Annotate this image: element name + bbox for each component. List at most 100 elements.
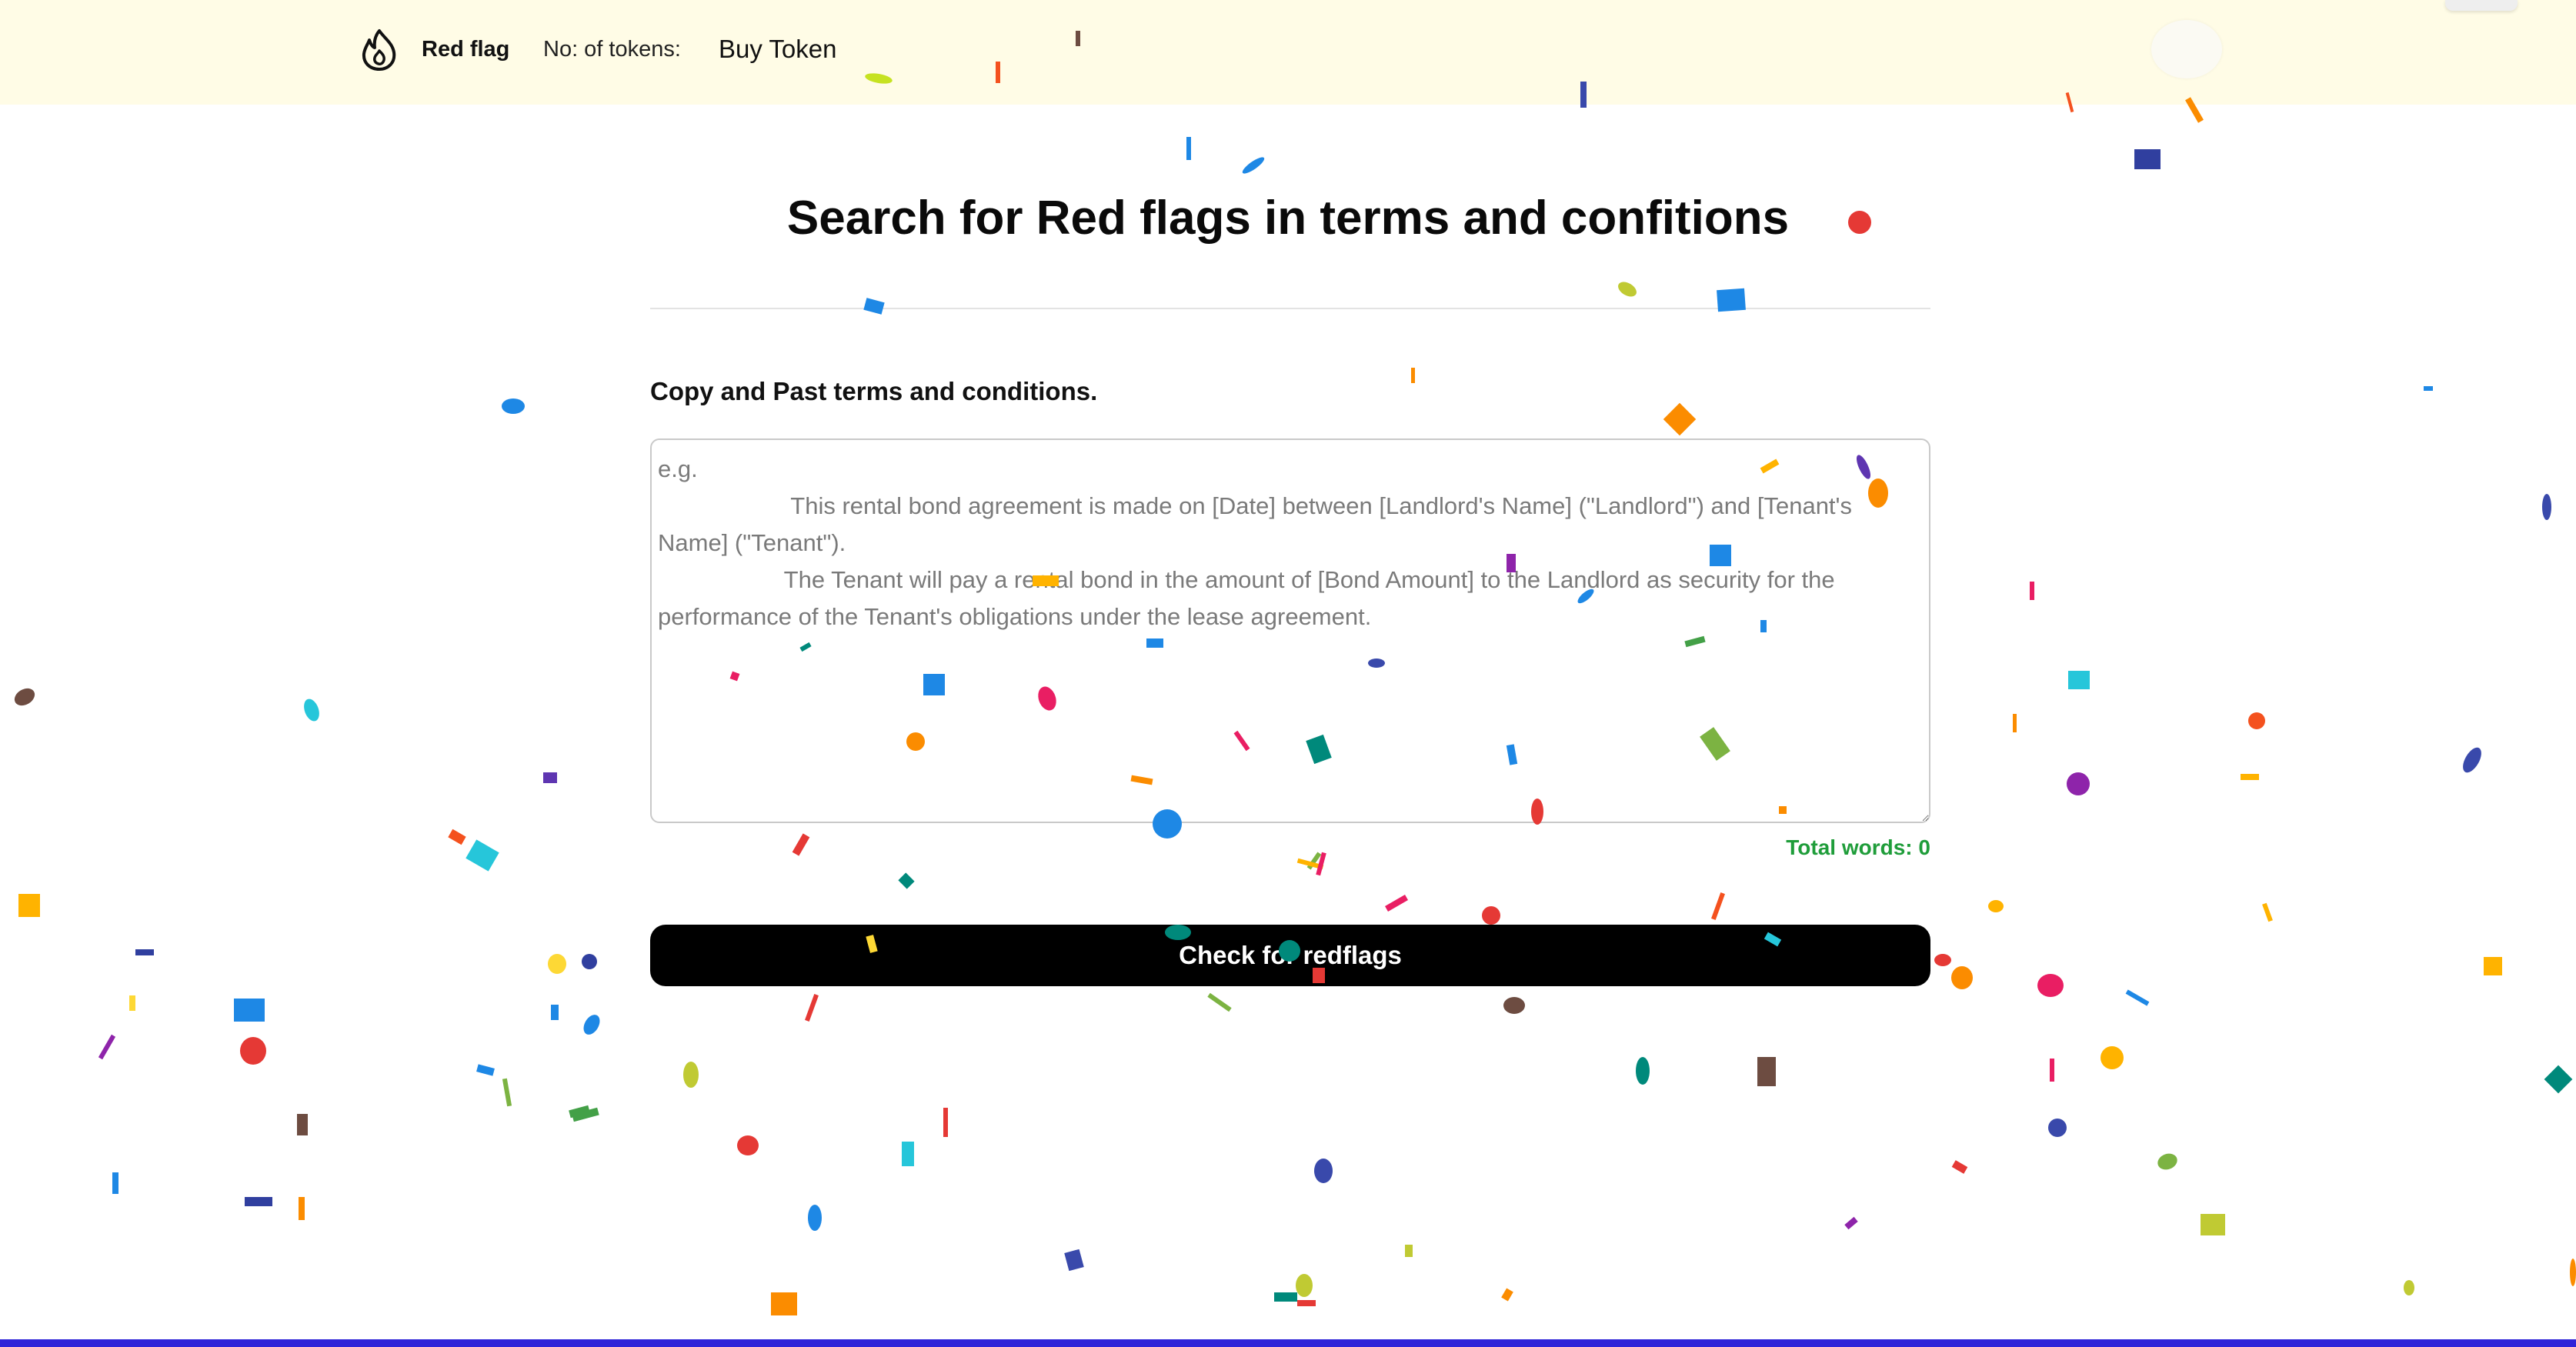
confetti-piece [2404, 1280, 2414, 1295]
word-count-value: 0 [1918, 835, 1930, 859]
confetti-piece [2484, 957, 2502, 975]
confetti-piece [465, 839, 499, 872]
confetti-piece [2050, 1059, 2054, 1082]
terms-field-label: Copy and Past terms and conditions. [650, 377, 1098, 405]
confetti-piece [1385, 895, 1408, 912]
confetti-piece [792, 833, 810, 856]
confetti-piece [245, 1197, 272, 1206]
confetti-piece [582, 954, 597, 969]
confetti-piece [2101, 1046, 2124, 1069]
confetti-piece [1411, 368, 1415, 383]
confetti-piece [2155, 1151, 2180, 1172]
confetti-piece [2544, 1065, 2573, 1094]
confetti-piece [1636, 1057, 1650, 1085]
confetti-piece [1951, 1160, 1968, 1174]
confetti-piece [1297, 1300, 1316, 1306]
token-count-label: No: of tokens: [543, 37, 681, 62]
confetti-piece [240, 1037, 266, 1065]
confetti-piece [572, 1107, 599, 1122]
confetti-piece [2459, 744, 2485, 776]
confetti-piece [683, 1062, 699, 1088]
confetti-piece [2013, 714, 2017, 732]
confetti-piece [2248, 712, 2265, 729]
confetti-piece [301, 696, 322, 724]
confetti-piece [898, 872, 915, 889]
confetti-piece [2542, 494, 2551, 520]
confetti-piece [543, 772, 557, 783]
word-count: Total words: 0 [1616, 835, 1930, 860]
confetti-piece [548, 954, 566, 974]
confetti-piece [502, 1078, 512, 1107]
confetti-piece [580, 1012, 603, 1038]
confetti-piece [1615, 278, 1640, 300]
confetti-piece [11, 685, 38, 709]
confetti-piece [1207, 992, 1232, 1012]
confetti-piece [2125, 989, 2150, 1006]
confetti-piece [943, 1108, 948, 1137]
confetti-piece [502, 398, 525, 414]
confetti-piece [1314, 1159, 1333, 1183]
confetti-piece [737, 1135, 759, 1155]
confetti-piece [1316, 852, 1326, 876]
confetti-piece [2048, 1119, 2067, 1137]
buy-token-link[interactable]: Buy Token [719, 35, 837, 64]
page: Red flag No: of tokens: Buy Token Search… [0, 0, 2576, 1347]
confetti-piece [1844, 1216, 1858, 1230]
confetti-piece [1240, 155, 1266, 176]
confetti-piece [112, 1172, 118, 1194]
confetti-piece [771, 1292, 797, 1315]
confetti-piece [808, 1205, 822, 1231]
confetti-piece [1306, 852, 1322, 870]
confetti-piece [1934, 954, 1951, 966]
confetti-piece [2424, 386, 2433, 391]
confetti-piece [2241, 774, 2259, 780]
confetti-piece [1757, 1057, 1776, 1086]
confetti-piece [569, 1105, 590, 1119]
confetti-piece [2134, 149, 2161, 169]
confetti-piece [2068, 671, 2090, 689]
confetti-piece [448, 829, 466, 845]
bottom-accent-bar [0, 1339, 2576, 1347]
confetti-piece [2037, 974, 2064, 997]
confetti-piece [98, 1034, 116, 1060]
confetti-piece [234, 999, 265, 1022]
confetti-piece [1482, 906, 1500, 925]
confetti-piece [902, 1142, 914, 1166]
confetti-piece [1296, 1274, 1313, 1297]
title-divider [650, 308, 1930, 309]
confetti-piece [2067, 772, 2090, 795]
confetti-piece [2030, 582, 2034, 600]
confetti-piece [1501, 1288, 1513, 1302]
confetti-piece [1711, 892, 1725, 920]
confetti-piece [1503, 997, 1525, 1014]
confetti-piece [297, 1114, 308, 1135]
confetti-piece [299, 1197, 305, 1220]
confetti-piece [1296, 858, 1324, 870]
confetti-piece [2201, 1214, 2225, 1235]
confetti-piece [1663, 402, 1697, 436]
corner-menu-tab[interactable] [2445, 0, 2518, 11]
confetti-piece [2262, 902, 2273, 922]
confetti-piece [1186, 137, 1191, 160]
confetti-piece [551, 1005, 559, 1020]
page-title: Search for Red flags in terms and confit… [786, 192, 1790, 245]
confetti-piece [1951, 966, 1973, 989]
confetti-piece [18, 894, 40, 917]
confetti-piece [129, 995, 135, 1011]
top-navbar: Red flag No: of tokens: Buy Token [0, 0, 2576, 105]
terms-textarea[interactable] [650, 438, 1930, 823]
confetti-piece [805, 994, 819, 1022]
confetti-piece [1274, 1292, 1297, 1302]
confetti-piece [1064, 1249, 1084, 1272]
confetti-piece [2570, 1259, 2576, 1286]
confetti-piece [863, 298, 885, 315]
confetti-piece [1988, 900, 2004, 912]
word-count-label: Total words: [1786, 835, 1913, 859]
brand-name[interactable]: Red flag [422, 37, 509, 62]
confetti-piece [135, 949, 154, 955]
confetti-piece [1405, 1245, 1413, 1257]
flame-icon[interactable] [359, 28, 400, 72]
confetti-piece [476, 1064, 495, 1076]
user-avatar[interactable] [2151, 20, 2222, 78]
check-redflags-button[interactable]: Check for redflags [650, 925, 1930, 986]
